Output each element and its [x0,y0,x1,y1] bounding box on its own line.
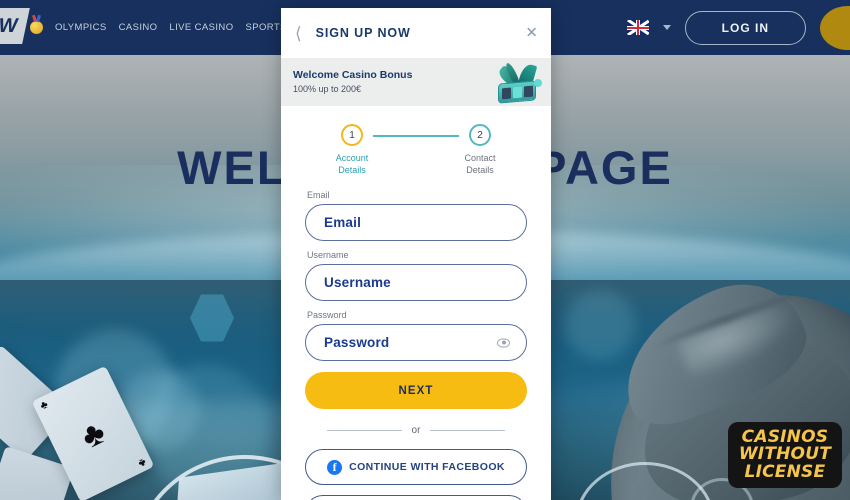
card-pip: ♣ [135,455,148,470]
continue-with-google-button[interactable]: CONTINUE WITH GOOGLE [305,495,527,500]
slot-reel [512,86,522,98]
password-input[interactable]: Password [305,324,527,362]
username-label: Username [307,250,349,261]
username-placeholder: Username [324,275,391,291]
step-1-circle: 1 [341,124,363,146]
step-2-label-line2: Details [466,165,494,176]
password-placeholder: Password [324,335,390,351]
eye-icon[interactable] [497,338,510,348]
step-1-label: Account Details [321,152,383,176]
bonus-illustration-icon [493,61,542,104]
slot-reel [523,85,533,97]
nav-item-casino[interactable]: CASINO [119,22,158,33]
modal-body: 1 Account Details 2 Contact Details Emai… [281,106,551,500]
step-indicator: 1 Account Details 2 Contact Details [321,124,511,176]
uk-flag-icon[interactable] [626,20,649,35]
slot-machine-icon [498,80,536,104]
step-2-label-line1: Contact [464,153,496,163]
step-1-account-details[interactable]: 1 Account Details [321,124,383,176]
facebook-button-label: CONTINUE WITH FACEBOOK [349,461,505,474]
nav-item-olympics[interactable]: OLYMPICS [55,22,107,33]
card-pip: ♣ [38,398,51,413]
bonus-title: Welcome Casino Bonus [293,68,413,81]
site-logo[interactable]: W [0,8,30,44]
step-1-label-line2: Details [338,165,366,176]
divider-line [430,430,505,432]
chevron-down-icon[interactable] [662,25,671,30]
slot-lever-icon [534,79,542,87]
email-label: Email [307,190,330,201]
signup-button[interactable] [820,5,850,50]
card-pip: ♣ [75,412,111,456]
continue-with-facebook-button[interactable]: f CONTINUE WITH FACEBOOK [305,449,527,486]
facebook-icon: f [327,459,343,475]
or-divider: or [327,425,505,436]
step-1-label-line1: Account [335,153,369,163]
nav-right-group: LOG IN [626,0,850,55]
chevron-left-icon[interactable]: ⟨ [295,25,302,42]
username-field-group: Username Username [305,250,527,302]
step-2-circle: 2 [469,124,491,146]
watermark-line-3: LICENSE [744,461,826,482]
login-button[interactable]: LOG IN [684,10,806,45]
slot-reel [501,87,511,99]
email-placeholder: Email [324,215,362,231]
email-field-group: Email Email [305,190,527,242]
watermark-logo: CASINOS WITHOUT LICENSE [727,422,842,488]
bonus-subtitle: 100% up to 200€ [293,84,362,95]
flag-detail [626,26,649,29]
next-button[interactable]: NEXT [305,372,527,410]
step-2-contact-details[interactable]: 2 Contact Details [449,124,511,176]
page-root: ♣ ♣ ♣ WELCOME TO PAGE W OLYMPICS CASINO … [0,0,850,500]
nav-item-live-casino[interactable]: LIVE CASINO [169,22,233,33]
close-icon[interactable]: ✕ [525,26,538,41]
step-2-label: Contact Details [449,152,511,176]
signup-modal: ⟨ SIGN UP NOW ✕ Welcome Casino Bonus 100… [281,8,551,500]
password-field-group: Password Password [305,310,527,362]
bonus-text-group: Welcome Casino Bonus 100% up to 200€ [293,68,412,96]
or-label: or [411,425,421,437]
medal-icon [30,21,43,34]
bonus-banner: Welcome Casino Bonus 100% up to 200€ [281,58,551,106]
email-input[interactable]: Email [305,204,527,242]
divider-line [327,430,402,432]
modal-header: ⟨ SIGN UP NOW ✕ [281,8,551,58]
bokeh-light [565,290,635,360]
step-connector-line [373,135,459,137]
password-label: Password [307,310,347,321]
username-input[interactable]: Username [305,264,527,302]
modal-title: SIGN UP NOW [315,26,411,40]
